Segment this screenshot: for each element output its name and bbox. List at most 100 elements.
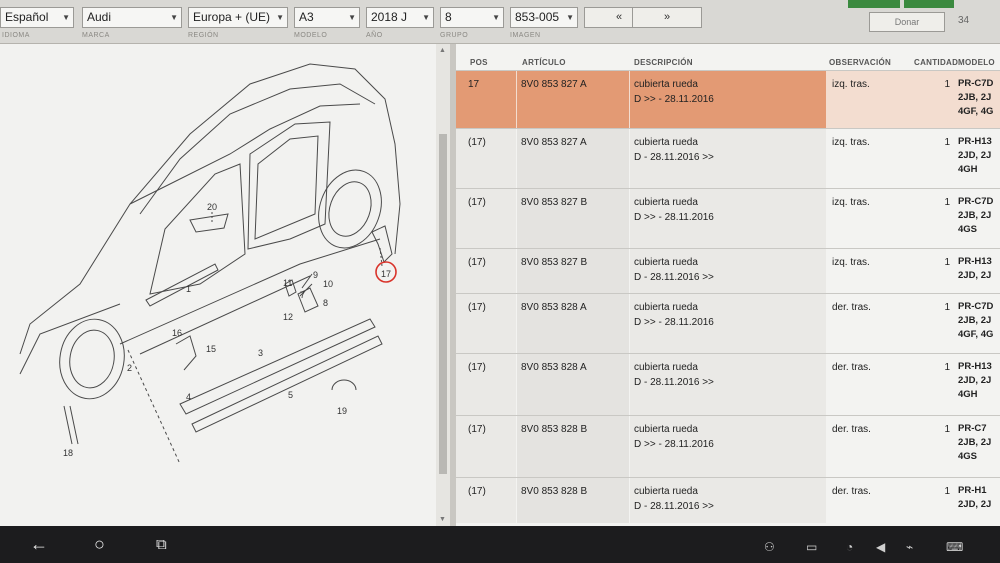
cell-pos: (17)	[456, 129, 516, 188]
desc-line-1: cubierta rueda	[634, 302, 698, 313]
cell-observacion: izq. tras.	[832, 79, 870, 90]
language-select[interactable]: Español ▼	[0, 7, 74, 28]
cell-observacion: der. tras.	[832, 302, 871, 313]
cell-descripcion: cubierta rueda D >> - 28.11.2016	[630, 71, 826, 128]
back-icon[interactable]: ←	[30, 534, 48, 555]
callout-8: 8	[323, 298, 328, 308]
table-row[interactable]: (17) 8V0 853 827 A cubierta rueda D - 28.11…	[456, 128, 1000, 188]
accent-tab	[848, 0, 900, 8]
cell-articulo: 8V0 853 827 B	[517, 249, 629, 293]
model-line-2: 2JB, 2J	[958, 437, 992, 448]
model-line-2: 2JB, 2J	[958, 210, 992, 221]
front-wheel	[59, 318, 125, 400]
region-label: REGIÓN	[188, 32, 219, 39]
model-line-2: 2JB, 2J	[958, 92, 992, 103]
col-header-modelo: MODELO	[958, 58, 995, 67]
desc-line-1: cubierta rueda	[634, 362, 698, 373]
cell-articulo: 8V0 853 828 B	[517, 478, 629, 523]
year-value: 2018 J	[371, 10, 408, 24]
desc-line-1: cubierta rueda	[634, 197, 698, 208]
chevron-down-icon: ▼	[422, 13, 430, 22]
cell-cantidad: 1	[944, 79, 950, 90]
model-line-3: 4GS	[958, 451, 978, 462]
callout-16: 16	[172, 328, 182, 338]
home-icon[interactable]: ○	[94, 534, 105, 555]
chevron-down-icon: ▼	[170, 13, 178, 22]
cell-descripcion: cubierta rueda D >> - 28.11.2016	[630, 416, 826, 477]
part-15	[175, 335, 197, 371]
image-select[interactable]: 853-005 ▼	[510, 7, 578, 28]
recents-icon[interactable]: ⧉	[156, 536, 167, 553]
cell-pos: 17	[456, 71, 516, 128]
rear-wheel	[318, 169, 382, 249]
model-line-1: PR-H13	[958, 256, 992, 267]
model-line-2: 2JD, 2J	[958, 499, 992, 510]
cell-modelo: PR-H13 2JD, 2J 4GH	[958, 354, 1000, 415]
desc-line-2: D - 28.11.2016 >>	[634, 272, 714, 283]
region-select[interactable]: Europa + (UE) ▼	[188, 7, 288, 28]
scroll-down-icon[interactable]: ▼	[439, 516, 446, 523]
callout-7: 7	[300, 290, 305, 300]
diagram-scrollbar[interactable]: ▲ ▼	[436, 44, 450, 526]
cell-cantidad: 1	[944, 137, 950, 148]
col-header-cantidad: CANTIDAD	[914, 58, 959, 67]
desc-line-2: D >> - 28.11.2016	[634, 317, 714, 328]
col-header-observacion: OBSERVACIÓN	[829, 58, 892, 67]
year-select[interactable]: 2018 J ▼	[366, 7, 434, 28]
donate-button[interactable]: Donar	[869, 12, 945, 32]
table-row[interactable]: (17) 8V0 853 828 A cubierta rueda D >> - 28…	[456, 293, 1000, 353]
model-line-1: PR-C7D	[958, 301, 994, 312]
table-row[interactable]: (17) 8V0 853 828 A cubierta rueda D - 28.11…	[456, 353, 1000, 415]
col-header-pos: POS	[470, 58, 488, 67]
scroll-up-icon[interactable]: ▲	[439, 47, 446, 54]
brand-select[interactable]: Audi ▼	[82, 7, 182, 28]
cell-modelo: PR-H13 2JD, 2J	[958, 249, 1000, 293]
desc-line-1: cubierta rueda	[634, 486, 698, 497]
scrollbar-thumb[interactable]	[439, 134, 447, 474]
callout-15: 15	[206, 344, 216, 354]
desc-line-1: cubierta rueda	[634, 137, 698, 148]
callout-18: 18	[63, 448, 73, 458]
table-row[interactable]: (17) 8V0 853 828 B cubierta rueda D - 28.11…	[456, 477, 1000, 523]
cell-pos: (17)	[456, 294, 516, 353]
brand-label: MARCA	[82, 32, 110, 39]
callout-12: 12	[283, 312, 293, 322]
cell-pos: (17)	[456, 189, 516, 248]
sill-trim-3	[179, 318, 376, 415]
cell-descripcion: cubierta rueda D - 28.11.2016 >>	[630, 478, 826, 523]
cell-modelo: PR-C7D 2JB, 2J 4GS	[958, 189, 1000, 248]
chevron-down-icon: ▼	[492, 13, 500, 22]
rear-rim	[328, 181, 372, 237]
cell-descripcion: cubierta rueda D >> - 28.11.2016	[630, 294, 826, 353]
front-door-outline	[149, 163, 246, 295]
table-row[interactable]: (17) 8V0 853 827 B cubierta rueda D - 28.11…	[456, 248, 1000, 293]
col-header-articulo: ARTÍCULO	[522, 58, 566, 67]
model-line-3: 4GF, 4G	[958, 106, 994, 117]
model-line-1: PR-H13	[958, 136, 992, 147]
callout-17[interactable]: 17	[381, 269, 391, 279]
group-select[interactable]: 8 ▼	[440, 7, 504, 28]
model-select[interactable]: A3 ▼	[294, 7, 360, 28]
roofline	[129, 103, 361, 205]
cell-observacion: izq. tras.	[832, 137, 870, 148]
cell-cantidad: 1	[944, 424, 950, 435]
callout-11: 11	[283, 278, 292, 288]
desc-line-2: D - 28.11.2016 >>	[634, 501, 714, 512]
model-label: MODELO	[294, 32, 328, 39]
cell-observacion: der. tras.	[832, 362, 871, 373]
parts-diagram: 4 3 5 1 2 16 15 20 18 19 9 10 11 8 7 12 …	[0, 44, 450, 526]
cell-descripcion: cubierta rueda D - 28.11.2016 >>	[630, 354, 826, 415]
model-line-2: 2JD, 2J	[958, 150, 992, 161]
next-button[interactable]: »	[632, 7, 702, 28]
part-18	[63, 405, 79, 445]
model-line-1: PR-H1	[958, 485, 987, 496]
desc-line-1: cubierta rueda	[634, 424, 698, 435]
table-row[interactable]: (17) 8V0 853 828 B cubierta rueda D >> - 28…	[456, 415, 1000, 477]
table-row[interactable]: (17) 8V0 853 827 B cubierta rueda D >> - 28…	[456, 188, 1000, 248]
year-label: AÑO	[366, 32, 383, 39]
table-row[interactable]: 17 8V0 853 827 A cubierta rueda D >> - 28.1…	[456, 70, 1000, 128]
model-value: A3	[299, 10, 314, 24]
callout-3: 3	[258, 348, 263, 358]
cell-pos: (17)	[456, 354, 516, 415]
cell-modelo: PR-H1 2JD, 2J	[958, 478, 1000, 523]
